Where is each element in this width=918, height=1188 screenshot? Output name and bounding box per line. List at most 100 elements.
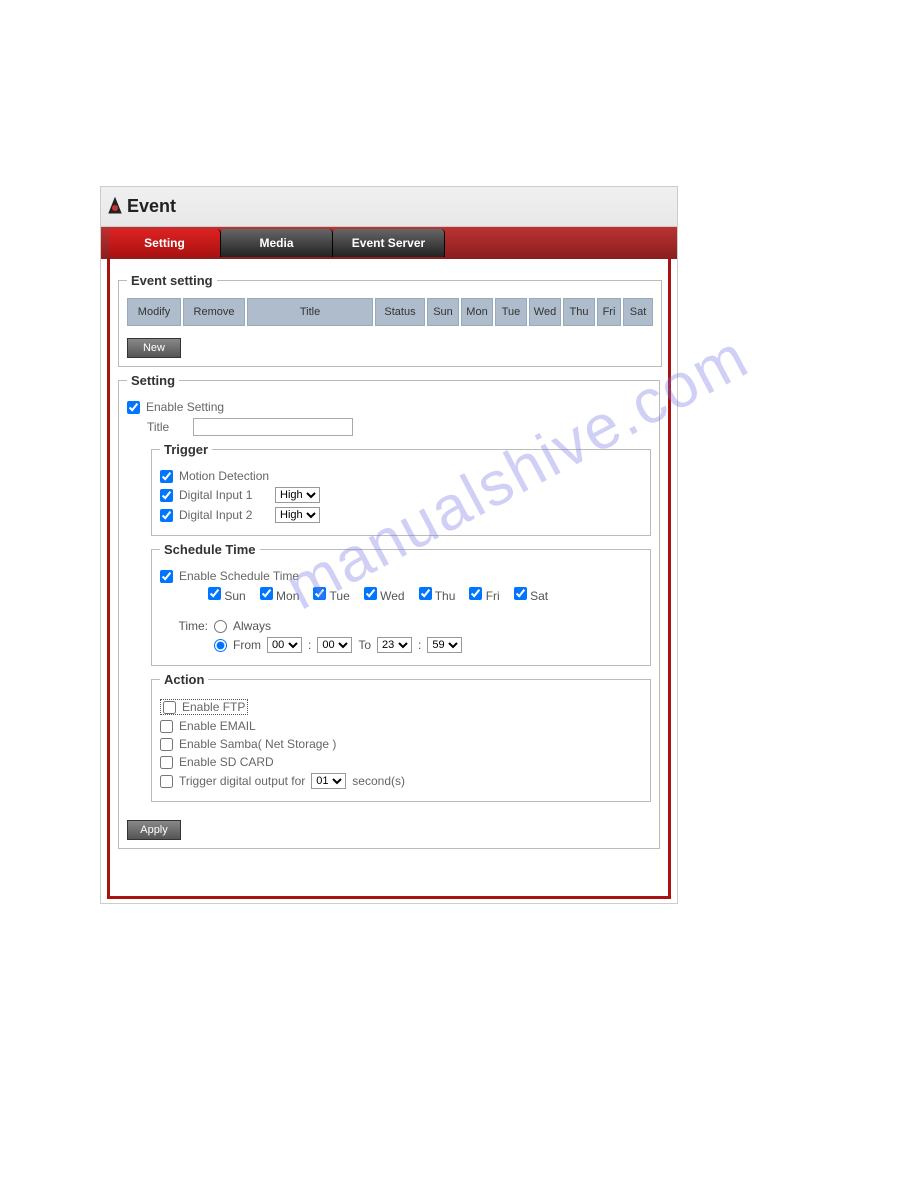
enable-ftp-label: Enable FTP — [182, 700, 245, 714]
di1-checkbox[interactable] — [160, 489, 173, 502]
col-title: Title — [247, 298, 373, 326]
enable-setting-row: Enable Setting — [127, 400, 651, 414]
enable-email-label: Enable EMAIL — [179, 719, 256, 733]
col-sat: Sat — [623, 298, 653, 326]
tab-event-server[interactable]: Event Server — [333, 229, 445, 257]
motion-checkbox[interactable] — [160, 470, 173, 483]
day-fri-checkbox[interactable] — [469, 587, 482, 600]
event-setting-table-header: Modify Remove Title Status Sun Mon Tue W… — [127, 298, 653, 326]
enable-samba-checkbox[interactable] — [160, 738, 173, 751]
enable-schedule-checkbox[interactable] — [160, 570, 173, 583]
setting-group: Setting Enable Setting Title Trigger Mot… — [118, 373, 660, 849]
enable-setting-checkbox[interactable] — [127, 401, 140, 414]
day-sun-label: Sun — [224, 589, 245, 603]
time-label: Time: — [168, 619, 208, 633]
title-input[interactable] — [193, 418, 353, 436]
apply-button[interactable]: Apply — [127, 820, 181, 840]
di1-select[interactable]: High — [275, 487, 320, 503]
dout-row: Trigger digital output for 01 second(s) — [160, 773, 642, 789]
schedule-legend: Schedule Time — [160, 542, 260, 557]
enable-samba-label: Enable Samba( Net Storage ) — [179, 737, 336, 751]
day-fri-label: Fri — [486, 589, 500, 603]
from-min-select[interactable]: 00 — [317, 637, 352, 653]
enable-ftp-checkbox[interactable] — [163, 701, 176, 714]
page-title: Event — [127, 196, 176, 217]
day-thu-label: Thu — [435, 589, 456, 603]
day-fri: Fri — [469, 587, 499, 603]
day-mon-checkbox[interactable] — [260, 587, 273, 600]
day-wed-checkbox[interactable] — [364, 587, 377, 600]
action-group: Action Enable FTP Enable EMAIL Enable Sa… — [151, 672, 651, 802]
time-from-radio[interactable] — [214, 639, 227, 652]
dout-label-post: second(s) — [352, 774, 405, 788]
day-mon: Mon — [260, 587, 300, 603]
to-hour-select[interactable]: 23 — [377, 637, 412, 653]
col-mon: Mon — [461, 298, 493, 326]
dout-label-pre: Trigger digital output for — [179, 774, 305, 788]
action-legend: Action — [160, 672, 208, 687]
enable-sd-checkbox[interactable] — [160, 756, 173, 769]
dout-select[interactable]: 01 — [311, 773, 346, 789]
day-sat-label: Sat — [530, 589, 548, 603]
col-fri: Fri — [597, 298, 621, 326]
di1-row: Digital Input 1 High — [160, 487, 642, 503]
col-modify: Modify — [127, 298, 181, 326]
col-sun: Sun — [427, 298, 459, 326]
col-wed: Wed — [529, 298, 561, 326]
tab-media[interactable]: Media — [221, 229, 333, 257]
tab-bar: Setting Media Event Server — [101, 227, 677, 259]
title-label: Title — [147, 420, 187, 434]
setting-legend: Setting — [127, 373, 179, 388]
col-tue: Tue — [495, 298, 527, 326]
time-from-label: From — [233, 638, 261, 652]
content-frame: Event setting Modify Remove Title Status… — [107, 259, 671, 899]
day-sun-checkbox[interactable] — [208, 587, 221, 600]
brand-logo-icon — [107, 197, 123, 217]
col-thu: Thu — [563, 298, 595, 326]
to-min-select[interactable]: 59 — [427, 637, 462, 653]
trigger-group: Trigger Motion Detection Digital Input 1… — [151, 442, 651, 536]
title-row: Title — [147, 418, 651, 436]
col-remove: Remove — [183, 298, 245, 326]
enable-email-row: Enable EMAIL — [160, 719, 642, 733]
enable-email-checkbox[interactable] — [160, 720, 173, 733]
col-status: Status — [375, 298, 425, 326]
colon1: : — [308, 638, 311, 652]
dout-checkbox[interactable] — [160, 775, 173, 788]
di1-label: Digital Input 1 — [179, 488, 269, 502]
from-hour-select[interactable]: 00 — [267, 637, 302, 653]
di2-row: Digital Input 2 High — [160, 507, 642, 523]
motion-label: Motion Detection — [179, 469, 269, 483]
enable-schedule-label: Enable Schedule Time — [179, 569, 299, 583]
day-sat-checkbox[interactable] — [514, 587, 527, 600]
new-button[interactable]: New — [127, 338, 181, 358]
day-mon-label: Mon — [276, 589, 299, 603]
di2-select[interactable]: High — [275, 507, 320, 523]
time-always-label: Always — [233, 619, 271, 633]
day-wed-label: Wed — [380, 589, 404, 603]
day-thu-checkbox[interactable] — [419, 587, 432, 600]
trigger-legend: Trigger — [160, 442, 212, 457]
day-tue-checkbox[interactable] — [313, 587, 326, 600]
enable-sd-label: Enable SD CARD — [179, 755, 274, 769]
di2-label: Digital Input 2 — [179, 508, 269, 522]
motion-row: Motion Detection — [160, 469, 642, 483]
day-tue: Tue — [313, 587, 349, 603]
time-from-row: From 00 : 00 To 23 : 59 — [168, 637, 642, 653]
event-setting-legend: Event setting — [127, 273, 217, 288]
time-always-radio[interactable] — [214, 620, 227, 633]
event-setting-group: Event setting Modify Remove Title Status… — [118, 273, 662, 367]
enable-ftp-row: Enable FTP — [160, 699, 248, 715]
schedule-group: Schedule Time Enable Schedule Time Sun M… — [151, 542, 651, 666]
day-sat: Sat — [514, 587, 548, 603]
app-header: Event — [101, 187, 677, 227]
app-window: Event Setting Media Event Server Event s… — [100, 186, 678, 904]
days-row: Sun Mon Tue Wed Thu Fri Sat — [208, 587, 642, 603]
tab-setting[interactable]: Setting — [109, 229, 221, 257]
di2-checkbox[interactable] — [160, 509, 173, 522]
time-always-row: Time: Always — [168, 619, 642, 633]
enable-setting-label: Enable Setting — [146, 400, 224, 414]
day-thu: Thu — [419, 587, 456, 603]
enable-sd-row: Enable SD CARD — [160, 755, 642, 769]
day-tue-label: Tue — [330, 589, 350, 603]
